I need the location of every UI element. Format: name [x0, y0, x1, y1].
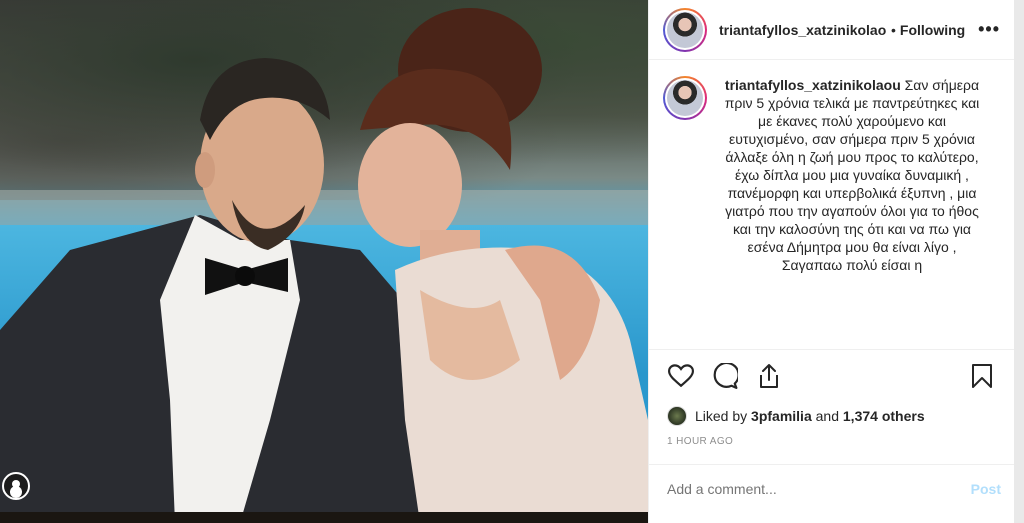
bookmark-icon[interactable] [968, 362, 996, 390]
likes-line: Liked by 3pfamilia and 1,374 others [649, 402, 1014, 430]
post-comment-button[interactable]: Post [971, 481, 1001, 497]
caption-username[interactable]: triantafyllos_xatzinikolaou [725, 77, 901, 93]
liker-avatar[interactable] [667, 406, 687, 426]
caption-avatar[interactable] [663, 76, 707, 120]
couple-illustration [0, 8, 648, 523]
tagged-user-icon[interactable] [2, 472, 30, 500]
post-photo[interactable] [0, 0, 648, 523]
photo-bottom-edge [0, 512, 648, 523]
more-icon[interactable]: ••• [978, 19, 1000, 40]
caption-section: triantafyllos_xatzinikolaou Σαν σήμερα π… [649, 60, 1014, 350]
caption-text-block: triantafyllos_xatzinikolaou Σαν σήμερα π… [721, 76, 983, 349]
author-username[interactable]: triantafyllos_xatzinikolaou [719, 22, 887, 38]
likes-middle: and [815, 408, 839, 424]
likes-count-link[interactable]: 1,374 others [843, 408, 925, 424]
following-button[interactable]: Following [900, 22, 965, 38]
caption-body: Σαν σήμερα πριν 5 χρόνια τελικά με παντρ… [724, 77, 980, 273]
heart-icon[interactable] [667, 362, 695, 390]
author-avatar[interactable] [663, 7, 707, 52]
window-edge [1014, 0, 1024, 523]
post-sidebar: triantafyllos_xatzinikolaou • Following … [648, 0, 1015, 523]
comment-box: Post [649, 464, 1015, 512]
liker-username[interactable]: 3pfamilia [751, 408, 812, 424]
post-timestamp[interactable]: 1 HOUR AGO [649, 430, 1014, 464]
likes-prefix: Liked by [695, 408, 748, 424]
comment-icon[interactable] [711, 362, 739, 390]
post-header: triantafyllos_xatzinikolaou • Following … [649, 0, 1014, 60]
action-bar [649, 350, 1014, 402]
share-icon[interactable] [755, 362, 783, 390]
header-separator: • [891, 21, 896, 38]
comment-input[interactable] [667, 480, 971, 497]
